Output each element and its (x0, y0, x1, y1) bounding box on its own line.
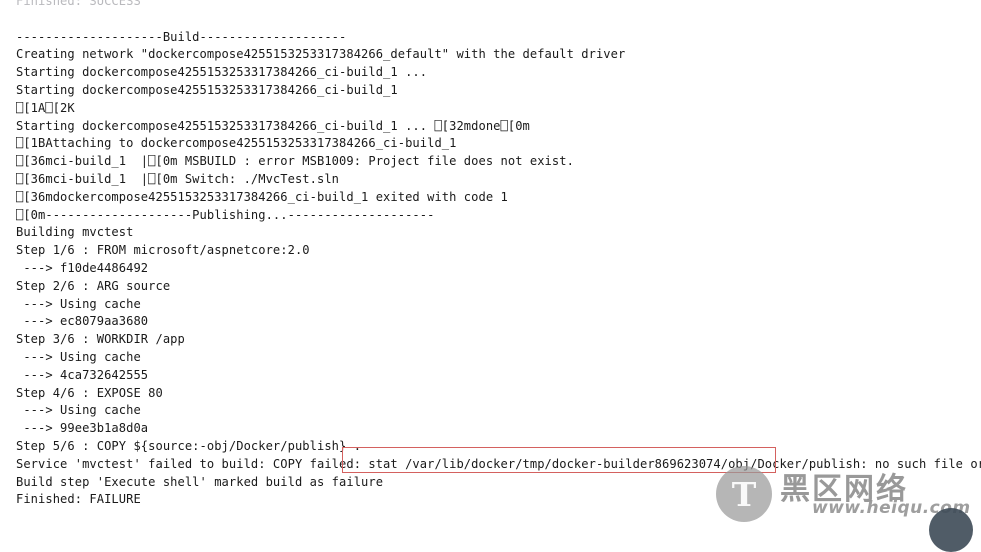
log-line: Building mvctest (16, 225, 134, 240)
log-line: ---> ec8079aa3680 (16, 314, 149, 329)
log-line: Step 5/6 : COPY ${source:-obj/Docker/pub… (16, 439, 362, 453)
log-line: ---> Using cache (16, 296, 141, 311)
log-line: Step 2/6 : ARG source (16, 278, 171, 293)
log-line: ⎕[36mci-build_1 |⎕[0m Switch: ./MvcTest.… (16, 172, 340, 186)
log-line: Finished: FAILURE (16, 492, 141, 507)
log-line: Step 1/6 : FROM microsoft/aspnetcore:2.0 (16, 243, 310, 258)
log-line: Starting dockercompose425515325331738426… (16, 83, 398, 97)
corner-badge (929, 508, 973, 552)
log-line: ⎕[1A⎕[2K (16, 100, 75, 115)
log-line: Step 3/6 : WORKDIR /app (16, 332, 185, 347)
log-line: Starting dockercompose425515325331738426… (16, 65, 428, 80)
console-log-output: Finished: SUCCESS --------------------Bui… (0, 0, 981, 522)
log-line: Service 'mvctest' failed to build: COPY … (16, 456, 981, 471)
log-line: ---> Using cache (16, 403, 141, 418)
log-line: Creating network "dockercompose425515325… (16, 47, 626, 62)
log-line: Build step 'Execute shell' marked build … (16, 474, 384, 489)
log-line: ---> 99ee3b1a8d0a (16, 421, 149, 436)
log-line: ---> 4ca732642555 (16, 367, 149, 382)
log-line: --------------------Build---------------… (16, 29, 347, 44)
log-line: ⎕[1BAttaching to dockercompose4255153253… (16, 136, 457, 151)
log-line: Finished: SUCCESS (16, 0, 141, 8)
log-line: Starting dockercompose425515325331738426… (16, 118, 530, 133)
log-line: Step 4/6 : EXPOSE 80 (16, 385, 163, 400)
log-line: ⎕[36mci-build_1 |⎕[0m MSBUILD : error MS… (16, 154, 574, 169)
log-line: ⎕[0m--------------------Publishing...---… (16, 207, 435, 222)
log-line: ---> Using cache (16, 350, 141, 364)
log-line: ⎕[36mdockercompose4255153253317384266_ci… (16, 189, 508, 204)
log-line: ---> f10de4486492 (16, 261, 149, 275)
